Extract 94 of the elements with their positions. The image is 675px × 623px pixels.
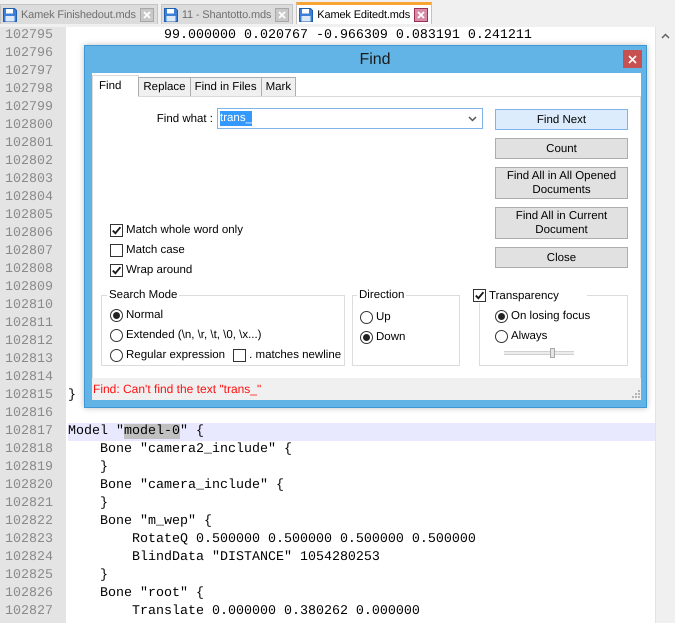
dialog-tab[interactable]: Replace (138, 77, 191, 96)
line-number: 102826 (5, 585, 53, 603)
group-title: Direction (358, 288, 406, 302)
option-label[interactable]: Extended (\n, \r, \t, \0, \x...) (126, 328, 262, 342)
checkbox[interactable] (473, 289, 486, 302)
radio-button[interactable] (110, 328, 123, 342)
option-label[interactable]: Match case (126, 243, 185, 257)
line-number: 102819 (5, 459, 53, 477)
line-number: 102816 (5, 405, 53, 423)
dialog-tab[interactable]: Find in Files (190, 77, 262, 96)
option-label[interactable]: Transparency (489, 288, 559, 302)
line-number: 102803 (5, 171, 53, 189)
resize-grip-icon[interactable] (632, 390, 640, 398)
line-number: 102795 (5, 27, 53, 45)
code-line: BlindData "DISTANCE" 1054280253 (130, 549, 380, 567)
checkbox[interactable] (110, 244, 123, 256)
checkbox[interactable] (110, 264, 123, 276)
line-number: 102824 (5, 549, 53, 567)
code-line: } (98, 567, 108, 585)
file-tab[interactable]: Kamek Finishedout.mds (0, 4, 158, 24)
line-number: 102801 (5, 135, 53, 153)
option-label[interactable]: Match whole word only (126, 223, 243, 237)
line-number: 102798 (5, 81, 53, 99)
line-number: 102822 (5, 513, 53, 531)
checkbox[interactable] (110, 224, 123, 236)
file-tab[interactable]: 11 - Shantotto.mds (160, 4, 294, 24)
line-number: 102812 (5, 333, 53, 351)
slider-thumb[interactable] (550, 348, 554, 358)
status-message: Find: Can't find the text "trans_" (93, 382, 262, 396)
line-number: 102800 (5, 117, 53, 135)
radio-button[interactable] (360, 310, 373, 324)
option-label[interactable]: Always (511, 329, 548, 343)
code-line: 99.000000 0.020767 -0.966309 0.083191 0.241211 (162, 27, 532, 45)
chevron-down-icon[interactable] (468, 116, 477, 122)
radio-button[interactable] (495, 310, 508, 322)
line-number: 102808 (5, 261, 53, 279)
code-line: } (98, 459, 108, 477)
line-number: 102815 (5, 387, 53, 405)
radio-button[interactable] (110, 308, 123, 322)
close-button[interactable]: Close (495, 247, 628, 268)
field-label: Find what : (156, 112, 213, 126)
line-number: 102796 (5, 45, 53, 63)
line-number: 102811 (5, 315, 53, 333)
line-number: 102820 (5, 477, 53, 495)
option-label[interactable]: Wrap around (126, 263, 192, 277)
code-line: RotateQ 0.500000 0.500000 0.500000 0.500000 (130, 531, 476, 549)
line-number: 102809 (5, 279, 53, 297)
find-all-current-button[interactable]: Find All in Current Document (495, 207, 628, 239)
radio-button[interactable] (495, 330, 508, 342)
code-line: } (98, 495, 108, 513)
line-number: 102806 (5, 225, 53, 243)
option-label[interactable]: Down (376, 330, 406, 344)
option-label[interactable]: . matches newline (249, 348, 342, 362)
option-label[interactable]: Up (376, 310, 391, 324)
file-tab[interactable]: Kamek Editedt.mds (296, 2, 432, 24)
group-title: Search Mode (108, 288, 178, 302)
line-number: 102817 (5, 423, 53, 441)
checkbox[interactable] (233, 348, 246, 362)
code-line: Bone "camera2_include" { (98, 441, 292, 459)
line-number: 102802 (5, 153, 53, 171)
line-number: 102805 (5, 207, 53, 225)
line-number: 102799 (5, 99, 53, 117)
radio-button[interactable] (360, 330, 373, 344)
line-number: 102804 (5, 189, 53, 207)
dialog-tab[interactable]: Find (92, 75, 140, 97)
chevron-up-icon (661, 32, 670, 38)
code-line: Translate 0.000000 0.380262 0.000000 (130, 603, 420, 621)
option-label[interactable]: Normal (126, 308, 164, 322)
close-icon (628, 54, 637, 64)
code-line: Bone "camera_include" { (98, 477, 284, 495)
line-number: 102825 (5, 567, 53, 585)
find-next-button[interactable]: Find Next (495, 109, 628, 130)
vertical-scrollbar[interactable] (655, 27, 675, 623)
dialog-tab[interactable]: Mark (260, 77, 296, 96)
find-all-opened-button[interactable]: Find All in All Opened Documents (495, 167, 628, 199)
line-number: 102810 (5, 297, 53, 315)
option-label[interactable]: On losing focus (511, 309, 590, 323)
code-line: Bone "root" { (98, 585, 204, 603)
line-number: 102814 (5, 369, 53, 387)
code-line: Bone "m_wep" { (98, 513, 212, 531)
line-number: 102821 (5, 495, 53, 513)
line-number: 102813 (5, 351, 53, 369)
line-number: 102807 (5, 243, 53, 261)
count-button[interactable]: Count (495, 138, 628, 159)
code-line: } (68, 387, 76, 405)
line-number: 102797 (5, 63, 53, 81)
line-number: 102823 (5, 531, 53, 549)
line-number: 102827 (5, 603, 53, 621)
option-label[interactable]: Regular expression (126, 348, 226, 362)
radio-button[interactable] (110, 348, 123, 362)
dialog-title: Find (359, 51, 391, 69)
line-number: 102818 (5, 441, 53, 459)
window-close-button[interactable] (623, 50, 642, 68)
close-icon[interactable] (414, 8, 428, 22)
